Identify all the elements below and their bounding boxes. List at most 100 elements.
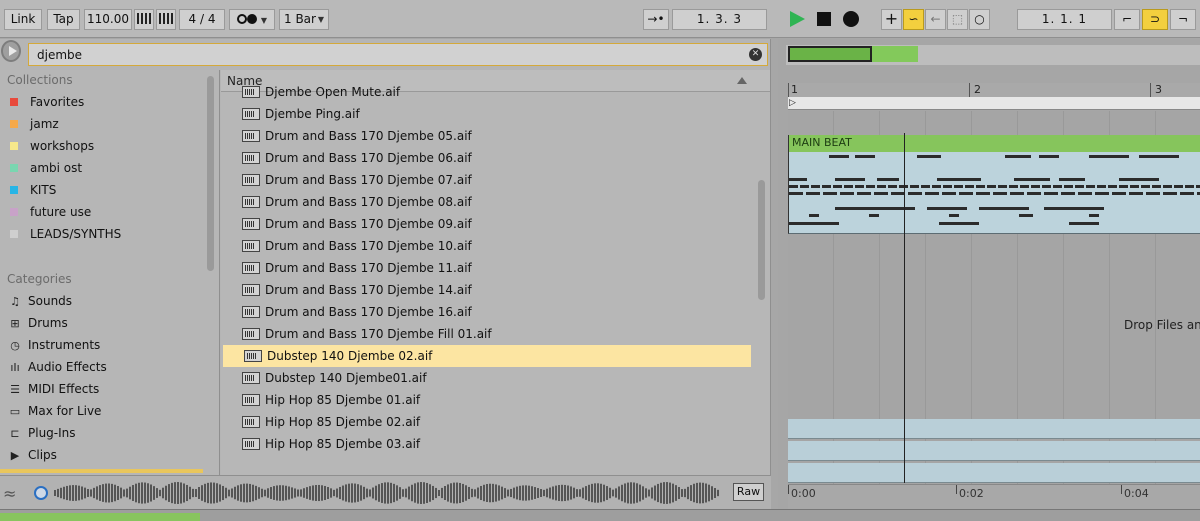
audio-track-lane[interactable]	[788, 463, 1200, 483]
audio-file-icon	[242, 438, 260, 450]
file-row[interactable]: Drum and Bass 170 Djembe 05.aif	[221, 125, 751, 147]
audio-file-icon	[242, 284, 260, 296]
tap-button[interactable]: Tap	[47, 9, 80, 30]
midi-note	[1119, 178, 1159, 181]
capture-button[interactable]: ⬚	[947, 9, 968, 30]
file-row[interactable]: Drum and Bass 170 Djembe 14.aif	[221, 279, 751, 301]
arrangement-position-field[interactable]: 1. 3. 3	[672, 9, 767, 30]
link-button[interactable]: Link	[4, 9, 42, 30]
preview-waveform[interactable]	[54, 481, 719, 505]
midi-bars-icon: ☰	[10, 383, 20, 396]
green-swatch-icon	[10, 164, 18, 172]
collection-item-workshops[interactable]: workshops	[10, 136, 205, 156]
file-row[interactable]: Drum and Bass 170 Djembe 08.aif	[221, 191, 751, 213]
category-clips[interactable]: ▶ Clips	[8, 445, 203, 465]
raw-button[interactable]: Raw	[733, 483, 764, 501]
file-row[interactable]: Drum and Bass 170 Djembe 10.aif	[221, 235, 751, 257]
midi-clip[interactable]	[788, 152, 1200, 234]
category-plug-ins[interactable]: ⊏ Plug-Ins	[8, 423, 203, 443]
midi-note	[877, 178, 899, 181]
file-row[interactable]: Drum and Bass 170 Djembe 11.aif	[221, 257, 751, 279]
quantize-dropdown[interactable]: 1 Bar ▼	[279, 9, 329, 30]
clear-search-icon[interactable]: ✕	[749, 48, 762, 61]
red-swatch-icon	[10, 98, 18, 106]
file-name: Drum and Bass 170 Djembe 11.aif	[265, 261, 472, 275]
tempo-field[interactable]: 110.00	[84, 9, 132, 30]
category-sounds[interactable]: ♫ Sounds	[8, 291, 203, 311]
file-name: Hip Hop 85 Djembe 02.aif	[265, 415, 421, 429]
collection-item-kits[interactable]: KITS	[10, 180, 205, 200]
category-instruments[interactable]: ◷ Instruments	[8, 335, 203, 355]
follow-button[interactable]: →•	[643, 9, 669, 30]
back-to-arrangement-button[interactable]: ←	[925, 9, 946, 30]
nudge-up-button[interactable]	[156, 9, 176, 30]
overview-viewport[interactable]	[788, 46, 872, 62]
punch-out-button[interactable]: ¬	[1170, 9, 1196, 30]
category-label: Sounds	[28, 294, 73, 308]
time-ruler[interactable]: 0:00 0:02 0:04	[788, 484, 1200, 509]
arrangement-overview[interactable]	[786, 45, 1200, 65]
file-row[interactable]: Hip Hop 85 Djembe 02.aif	[221, 411, 751, 433]
playhead	[904, 133, 905, 483]
start-marker-icon[interactable]: ▷	[789, 98, 796, 108]
audio-track-lane[interactable]	[788, 441, 1200, 461]
play-icon[interactable]	[790, 11, 805, 27]
file-row[interactable]: Dubstep 140 Djembe 02.aif	[223, 345, 751, 367]
clip-title-bar[interactable]: MAIN BEAT	[788, 135, 1200, 152]
overdub-button[interactable]: +	[881, 9, 902, 30]
punch-out-icon: ¬	[1177, 12, 1189, 26]
file-row[interactable]: Drum and Bass 170 Djembe Fill 01.aif	[221, 323, 751, 345]
file-row[interactable]: Drum and Bass 170 Djembe 09.aif	[221, 213, 751, 235]
collection-item-favorites[interactable]: Favorites	[10, 92, 205, 112]
loop-start-field[interactable]: 1. 1. 1	[1017, 9, 1112, 30]
midi-note	[937, 178, 981, 181]
file-name: Dubstep 140 Djembe01.aif	[265, 371, 427, 385]
file-row[interactable]: Dubstep 140 Djembe01.aif	[221, 367, 751, 389]
file-name: Drum and Bass 170 Djembe 06.aif	[265, 151, 472, 165]
collection-label: KITS	[30, 183, 57, 197]
preview-wave-icon[interactable]: ≈	[3, 484, 16, 503]
punch-in-button[interactable]: ⌐	[1114, 9, 1140, 30]
session-record-button[interactable]: ○	[969, 9, 990, 30]
file-row[interactable]: Hip Hop 85 Djembe 03.aif	[221, 433, 751, 455]
file-row[interactable]: Drum and Bass 170 Djembe 07.aif	[221, 169, 751, 191]
collection-item-leads-synths[interactable]: LEADS/SYNTHS	[10, 224, 205, 244]
browser-toggle-icon[interactable]	[1, 40, 21, 62]
file-row[interactable]: Djembe Ping.aif	[221, 103, 751, 125]
category-drums[interactable]: ⊞ Drums	[8, 313, 203, 333]
midi-note	[1019, 214, 1033, 217]
headphones-preview-icon[interactable]	[34, 486, 48, 500]
file-list-scrollbar[interactable]	[758, 180, 765, 300]
nudge-down-button[interactable]	[134, 9, 154, 30]
record-icon[interactable]	[843, 11, 859, 27]
stop-icon[interactable]	[817, 12, 831, 26]
collection-item-ambi-ost[interactable]: ambi ost	[10, 158, 205, 178]
collection-item-jamz[interactable]: jamz	[10, 114, 205, 134]
quantize-value: 1 Bar	[284, 12, 316, 26]
search-input[interactable]: djembe ✕	[28, 43, 768, 66]
audio-file-icon	[242, 240, 260, 252]
category-audio-effects[interactable]: ıIı Audio Effects	[8, 357, 203, 377]
file-row[interactable]: Drum and Bass 170 Djembe 06.aif	[221, 147, 751, 169]
category-max-for-live[interactable]: ▭ Max for Live	[8, 401, 203, 421]
loop-switch-button[interactable]: ⊃	[1142, 9, 1168, 30]
metronome-button[interactable]: ▼	[229, 9, 275, 30]
time-signature-field[interactable]: 4 / 4	[179, 9, 225, 30]
audio-wave-icon: ıIı	[10, 361, 20, 374]
loop-brace[interactable]: ▷	[788, 97, 1200, 110]
automation-arm-button[interactable]: ∽	[903, 9, 924, 30]
sidebar-scrollbar[interactable]	[207, 76, 214, 271]
category-midi-effects[interactable]: ☰ MIDI Effects	[8, 379, 203, 399]
audio-file-icon	[242, 174, 260, 186]
audio-track-lane[interactable]	[788, 419, 1200, 439]
file-row[interactable]: Hip Hop 85 Djembe 01.aif	[221, 389, 751, 411]
bar-number: 2	[974, 83, 981, 96]
orange-swatch-icon	[10, 120, 18, 128]
file-row[interactable]: Drum and Bass 170 Djembe 16.aif	[221, 301, 751, 323]
metronome-dot-icon	[247, 14, 257, 24]
bar-number: 3	[1155, 83, 1162, 96]
file-row[interactable]: Djembe Open Mute.aif	[221, 81, 751, 103]
collection-item-future-use[interactable]: future use	[10, 202, 205, 222]
audio-file-icon	[242, 152, 260, 164]
audio-file-icon	[242, 306, 260, 318]
